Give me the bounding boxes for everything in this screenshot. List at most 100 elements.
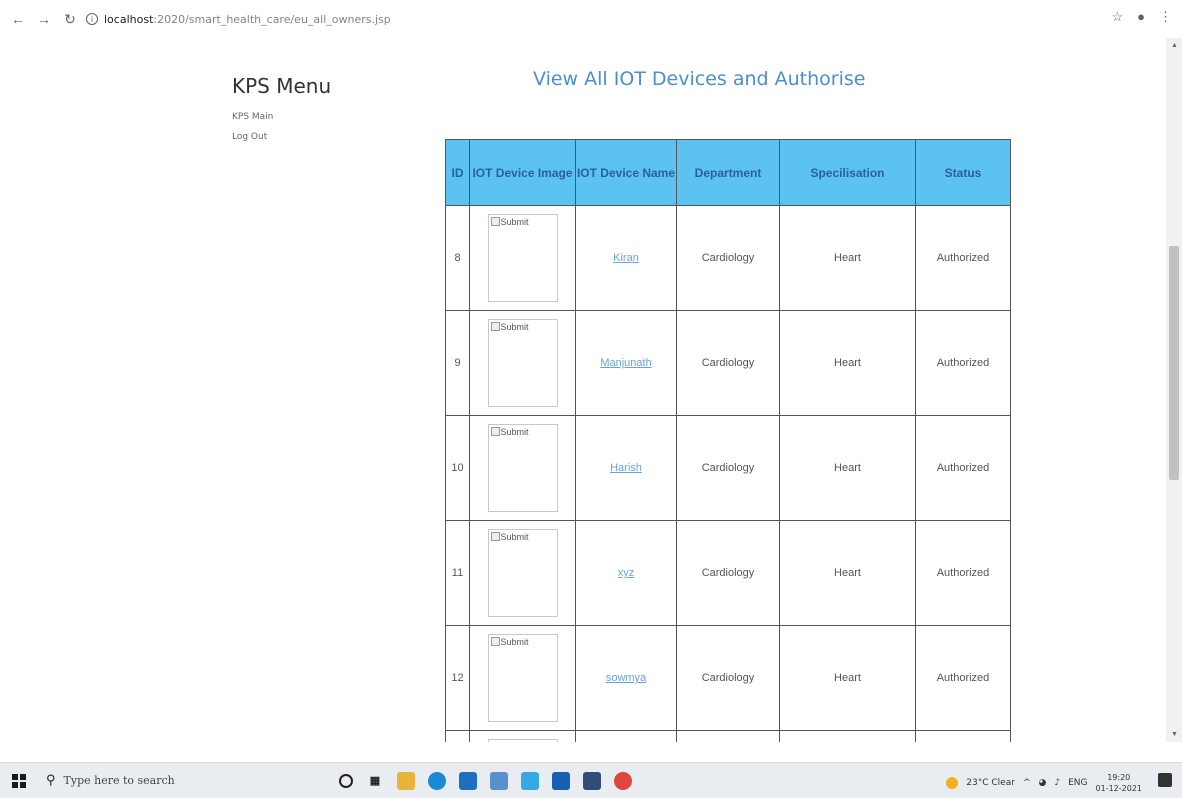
broken-image-icon (490, 532, 500, 541)
cell-department: Cardiology (676, 205, 780, 311)
cell-name: xyz (575, 520, 677, 626)
broken-image-icon (490, 637, 500, 646)
page-content: KPS Menu KPS Main Log Out View All IOT D… (0, 38, 1166, 742)
taskbar-search[interactable]: ⚲ Type here to search (46, 773, 291, 788)
shield-icon[interactable] (583, 771, 601, 790)
cell-id: 10 (445, 415, 470, 521)
device-image[interactable]: Submit (487, 424, 558, 512)
page-title: View All IOT Devices and Authorise (533, 68, 866, 90)
cell-department (676, 730, 780, 742)
header-name: IOT Device Name (575, 139, 677, 206)
menu-link-kps-main[interactable]: KPS Main (232, 112, 331, 122)
cell-name: Manjunath (575, 310, 677, 416)
device-name-link[interactable]: Manjunath (600, 357, 651, 369)
back-arrow-icon[interactable]: ← (8, 9, 28, 29)
star-icon[interactable]: ☆ (1111, 9, 1123, 25)
cell-department: Cardiology (676, 520, 780, 626)
cell-id: 8 (445, 205, 470, 311)
device-name-link[interactable]: xyz (618, 567, 635, 579)
scroll-down-icon[interactable]: ▼ (1171, 731, 1178, 738)
search-icon: ⚲ (46, 773, 56, 788)
app-icon[interactable] (521, 771, 539, 790)
image-alt-text: Submit (500, 637, 529, 647)
side-menu: KPS Menu KPS Main Log Out (232, 74, 331, 142)
cell-image: Submit (469, 310, 576, 416)
cell-specialisation: Heart (779, 205, 916, 311)
cell-image: Submit (469, 520, 576, 626)
cortana-icon[interactable] (339, 773, 353, 788)
cell-image: Submit (469, 730, 576, 742)
table-row: 12 Submit sowmya Cardiology Heart Author… (445, 625, 1011, 731)
mail-icon[interactable] (490, 771, 508, 790)
device-image[interactable]: Submit (487, 634, 558, 722)
header-image: IOT Device Image (469, 139, 576, 206)
cell-name: Harish (575, 415, 677, 521)
devices-table: ID IOT Device Image IOT Device Name Depa… (445, 139, 1011, 742)
edge-icon[interactable] (428, 771, 446, 790)
image-alt-text: Submit (500, 322, 529, 332)
cell-specialisation: Heart (779, 415, 916, 521)
outlook-icon[interactable] (552, 771, 570, 790)
device-image[interactable]: Submit (487, 529, 558, 617)
page-scrollbar[interactable]: ▲ ▼ (1166, 38, 1182, 742)
cell-id: 9 (445, 310, 470, 416)
cell-department: Cardiology (676, 310, 780, 416)
store-icon[interactable] (459, 771, 477, 790)
table-row: 9 Submit Manjunath Cardiology Heart Auth… (445, 310, 1011, 416)
table-row: 8 Submit Kiran Cardiology Heart Authoriz… (445, 205, 1011, 311)
broken-image-icon (490, 427, 500, 436)
network-icon[interactable]: ◕ (1038, 778, 1046, 788)
cell-department: Cardiology (676, 625, 780, 731)
system-tray: 23°C Clear ^ ◕ ♪ ENG 19:20 01-12-2021 (946, 772, 1142, 794)
menu-dots-icon[interactable]: ⋮ (1159, 9, 1172, 25)
chrome-icon[interactable] (614, 771, 632, 790)
task-view-icon[interactable]: ▦ (366, 772, 384, 790)
file-explorer-icon[interactable] (397, 771, 415, 790)
taskbar: ⚲ Type here to search ▦ 23°C Clear ^ ◕ ♪… (0, 762, 1182, 798)
browser-toolbar: ← → ↻ i localhost:2020/smart_health_care… (0, 0, 1182, 38)
url-host: localhost (104, 12, 154, 26)
reload-icon[interactable]: ↻ (60, 9, 80, 29)
profile-icon[interactable]: ● (1137, 9, 1145, 25)
windows-start-icon[interactable] (12, 773, 26, 788)
weather-icon[interactable] (946, 777, 959, 789)
device-name-link[interactable]: Kiran (613, 252, 639, 264)
cell-id: 11 (445, 520, 470, 626)
address-bar[interactable]: i localhost:2020/smart_health_care/eu_al… (86, 7, 391, 31)
device-image[interactable]: Submit (487, 739, 558, 742)
cell-name (575, 730, 677, 742)
device-name-link[interactable]: Harish (610, 462, 642, 474)
device-image[interactable]: Submit (487, 319, 558, 407)
volume-icon[interactable]: ♪ (1054, 778, 1060, 788)
language-indicator[interactable]: ENG (1068, 778, 1087, 788)
info-icon[interactable]: i (86, 13, 98, 25)
notification-icon[interactable] (1158, 773, 1172, 787)
header-department: Department (676, 139, 780, 206)
forward-arrow-icon[interactable]: → (34, 9, 54, 29)
search-placeholder: Type here to search (63, 774, 175, 787)
cell-specialisation (779, 730, 916, 742)
table-row: 11 Submit xyz Cardiology Heart Authorize… (445, 520, 1011, 626)
cell-name: sowmya (575, 625, 677, 731)
cell-status (915, 730, 1011, 742)
clock-date: 01-12-2021 (1095, 784, 1143, 793)
cell-status: Authorized (915, 625, 1011, 731)
cell-image: Submit (469, 415, 576, 521)
cell-specialisation: Heart (779, 310, 916, 416)
cell-specialisation: Heart (779, 625, 916, 731)
cell-status: Authorized (915, 310, 1011, 416)
scrollbar-thumb[interactable] (1169, 246, 1179, 480)
device-name-link[interactable]: sowmya (606, 672, 646, 684)
menu-link-log-out[interactable]: Log Out (232, 132, 331, 142)
image-alt-text: Submit (500, 217, 529, 227)
weather-text[interactable]: 23°C Clear (966, 778, 1015, 788)
cell-status: Authorized (915, 520, 1011, 626)
header-id: ID (445, 139, 470, 206)
cell-name: Kiran (575, 205, 677, 311)
clock-time: 19:20 (1107, 773, 1131, 782)
tray-chevron-icon[interactable]: ^ (1023, 778, 1031, 788)
scroll-up-icon[interactable]: ▲ (1171, 42, 1178, 49)
device-image[interactable]: Submit (487, 214, 558, 302)
image-alt-text: Submit (500, 532, 529, 542)
clock[interactable]: 19:20 01-12-2021 (1096, 772, 1143, 794)
